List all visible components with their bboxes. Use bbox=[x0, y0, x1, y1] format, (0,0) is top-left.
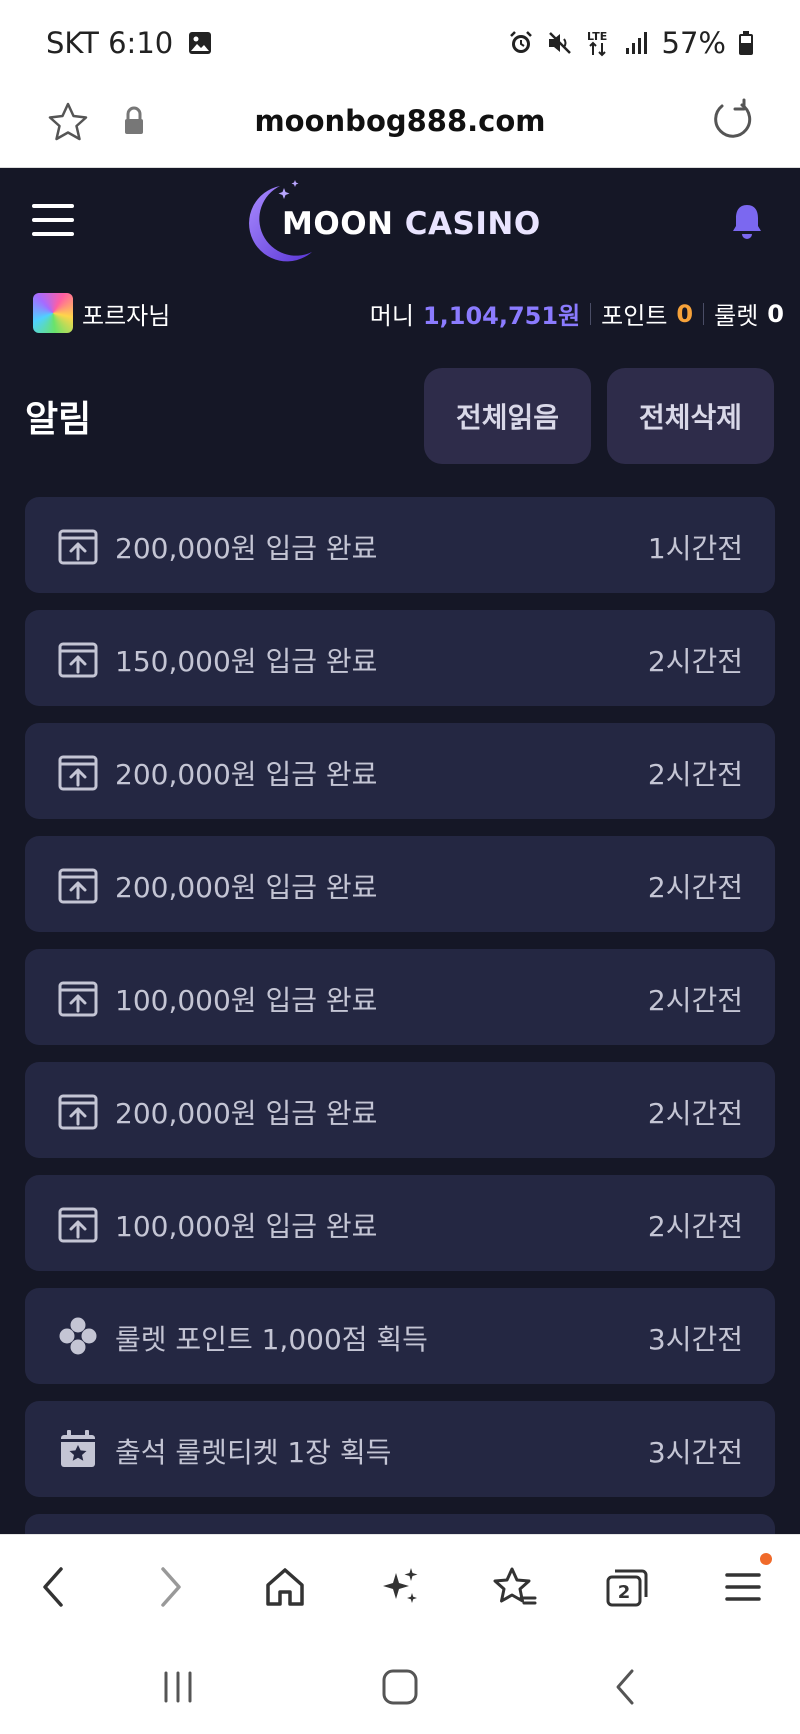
deposit-icon bbox=[58, 638, 98, 678]
bookmarks-icon[interactable] bbox=[484, 1557, 544, 1617]
deposit-icon bbox=[58, 864, 98, 904]
notification-text: 200,000원 입금 완료 bbox=[115, 871, 378, 904]
hamburger-line bbox=[32, 232, 74, 236]
lte-label: LTE bbox=[587, 30, 607, 43]
notification-text: 100,000원 입금 완료 bbox=[115, 1210, 378, 1243]
tab-count: 2 bbox=[618, 1582, 631, 1603]
signal-icon bbox=[624, 30, 650, 56]
notification-item[interactable]: 200,000원 입금 완료 2시간전 bbox=[25, 836, 775, 932]
delete-all-button[interactable]: 전체삭제 bbox=[607, 368, 774, 464]
notification-text: 200,000원 입금 완료 bbox=[115, 1097, 378, 1130]
deposit-icon bbox=[58, 977, 98, 1017]
notification-item[interactable]: 150,000원 입금 완료 2시간전 bbox=[25, 610, 775, 706]
battery-icon bbox=[738, 30, 754, 56]
browser-toolbar: 2 bbox=[0, 1534, 800, 1638]
notification-text: 200,000원 입금 완료 bbox=[115, 758, 378, 791]
money-label: 머니 bbox=[369, 302, 414, 330]
divider bbox=[703, 302, 705, 325]
alarm-icon bbox=[508, 30, 534, 56]
roulette-point-icon bbox=[58, 1316, 98, 1356]
notification-time: 3시간전 bbox=[647, 1436, 743, 1469]
notification-text: 200,000원 입금 완료 bbox=[115, 532, 378, 565]
notification-item[interactable] bbox=[25, 1514, 775, 1534]
deposit-icon bbox=[58, 1090, 98, 1130]
mute-icon bbox=[546, 30, 574, 56]
notification-text: 룰렛 포인트 1,000점 획득 bbox=[115, 1323, 428, 1356]
read-all-button[interactable]: 전체읽음 bbox=[424, 368, 591, 464]
notification-text: 150,000원 입금 완료 bbox=[115, 645, 378, 678]
roulette-value: 0 bbox=[767, 299, 784, 328]
notification-item[interactable]: 200,000원 입금 완료 2시간전 bbox=[25, 723, 775, 819]
notification-item[interactable]: 100,000원 입금 완료 2시간전 bbox=[25, 1175, 775, 1271]
roulette-label: 룰렛 bbox=[714, 302, 759, 330]
menu-hamburger-icon[interactable] bbox=[32, 204, 74, 236]
back-icon[interactable] bbox=[24, 1557, 84, 1617]
status-left: SKT 6:10 bbox=[46, 26, 213, 60]
logo-text-casino: CASINO bbox=[404, 206, 541, 242]
balance-summary: 머니 1,104,751원 포인트 0 룰렛 0 bbox=[370, 296, 784, 331]
status-bar: SKT 6:10 LTE 57% bbox=[0, 0, 800, 86]
status-right: LTE 57% bbox=[508, 26, 754, 60]
notification-time: 1시간전 bbox=[647, 532, 743, 565]
notification-text: 100,000원 입금 완료 bbox=[115, 984, 378, 1017]
notification-time: 2시간전 bbox=[647, 645, 743, 678]
back-nav-icon[interactable] bbox=[596, 1662, 656, 1712]
point-value: 0 bbox=[676, 299, 694, 328]
notification-time: 2시간전 bbox=[647, 758, 743, 791]
url-address[interactable]: moonbog888.com bbox=[0, 104, 800, 138]
notification-item[interactable]: 출석 룰렛티켓 1장 획득 3시간전 bbox=[25, 1401, 775, 1497]
notification-list: 200,000원 입금 완료 1시간전 150,000원 입금 완료 2시간전 … bbox=[25, 497, 775, 1534]
menu-icon[interactable] bbox=[713, 1557, 773, 1617]
attendance-calendar-icon bbox=[58, 1429, 98, 1469]
menu-notification-dot bbox=[760, 1553, 772, 1565]
notification-time: 2시간전 bbox=[647, 984, 743, 1017]
notification-item[interactable]: 100,000원 입금 완료 2시간전 bbox=[25, 949, 775, 1045]
notification-time: 2시간전 bbox=[647, 871, 743, 904]
notification-text: 출석 룰렛티켓 1장 획득 bbox=[115, 1436, 392, 1469]
notification-item[interactable]: 룰렛 포인트 1,000점 획득 3시간전 bbox=[25, 1288, 775, 1384]
home-icon[interactable] bbox=[255, 1557, 315, 1617]
gallery-notification-icon bbox=[187, 30, 213, 56]
divider bbox=[590, 302, 592, 325]
forward-icon[interactable] bbox=[140, 1557, 200, 1617]
tabs-icon[interactable]: 2 bbox=[597, 1557, 657, 1617]
logo-text-moon: MOON bbox=[282, 206, 405, 242]
system-nav-bar bbox=[0, 1638, 800, 1734]
home-nav-icon[interactable] bbox=[370, 1662, 430, 1712]
notification-time: 2시간전 bbox=[647, 1097, 743, 1130]
carrier-time: SKT 6:10 bbox=[46, 26, 174, 60]
logo-text: MOON CASINO bbox=[282, 206, 541, 242]
deposit-icon bbox=[58, 751, 98, 791]
reload-icon[interactable] bbox=[708, 96, 756, 148]
username[interactable]: 포르자님 bbox=[82, 296, 170, 331]
site-content: MOON CASINO 포르자님 머니 1,104,751원 포인트 0 룰렛 … bbox=[0, 168, 800, 1534]
user-level-avatar[interactable] bbox=[33, 293, 73, 333]
notification-time: 3시간전 bbox=[647, 1323, 743, 1356]
hamburger-line bbox=[32, 204, 74, 208]
notification-item[interactable]: 200,000원 입금 완료 2시간전 bbox=[25, 1062, 775, 1158]
browser-url-bar: moonbog888.com bbox=[0, 86, 800, 168]
deposit-icon bbox=[58, 1203, 98, 1243]
bell-icon[interactable] bbox=[730, 202, 764, 244]
notification-time: 2시간전 bbox=[647, 1210, 743, 1243]
money-value: 1,104,751원 bbox=[422, 302, 581, 330]
deposit-icon bbox=[58, 525, 98, 565]
user-info-bar: 포르자님 머니 1,104,751원 포인트 0 룰렛 0 bbox=[0, 280, 800, 340]
lte-icon: LTE bbox=[586, 29, 612, 57]
recent-apps-icon[interactable] bbox=[148, 1662, 208, 1712]
notification-item[interactable]: 200,000원 입금 완료 1시간전 bbox=[25, 497, 775, 593]
point-label: 포인트 bbox=[601, 302, 668, 330]
hamburger-line bbox=[32, 218, 74, 222]
page-title: 알림 bbox=[25, 399, 92, 440]
battery-percent: 57% bbox=[661, 26, 726, 60]
site-logo[interactable]: MOON CASINO bbox=[240, 178, 560, 268]
sparkle-ai-icon[interactable] bbox=[370, 1557, 430, 1617]
